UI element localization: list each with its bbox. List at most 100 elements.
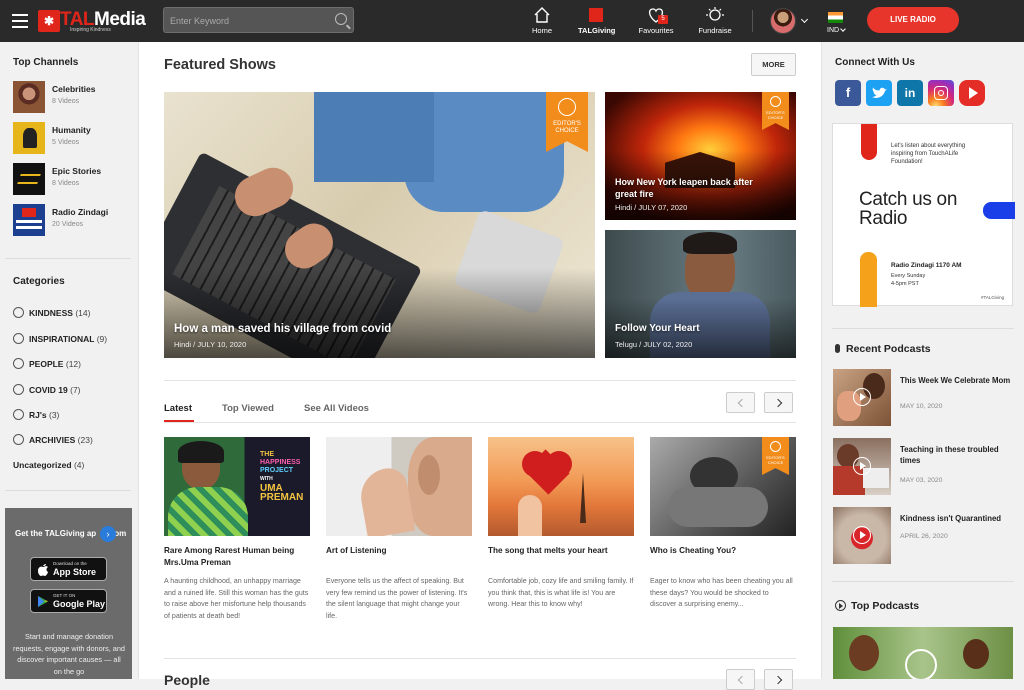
podcast-thumbnail — [833, 507, 891, 564]
featured-title: How a man saved his village from covid — [174, 323, 392, 335]
category-icon — [13, 307, 24, 318]
app-promo-banner: Get the TALGiving ap om › Download on the… — [5, 508, 132, 679]
featured-card[interactable]: EDITOR'S CHOICE How New York leapen back… — [605, 92, 796, 220]
channel-thumbnail — [13, 163, 45, 195]
recent-podcasts-title: Recent Podcasts — [835, 343, 931, 355]
podcast-date: APRIL 26, 2020 — [900, 533, 948, 540]
category-archivies[interactable]: ARCHIVIES (23) — [13, 434, 93, 445]
star-icon — [558, 98, 576, 116]
channel-item[interactable]: Radio Zindagi 20 Videos — [13, 204, 133, 238]
video-thumbnail — [326, 437, 472, 536]
carousel-prev-button[interactable] — [726, 669, 755, 690]
nav-fundraise[interactable]: Fundraise — [697, 6, 733, 36]
video-thumbnail — [488, 437, 634, 536]
podcast-item[interactable]: Teaching in these troubled times MAY 03,… — [833, 438, 1013, 495]
tab-top-viewed[interactable]: Top Viewed — [222, 403, 274, 414]
radio-ad-headline: Catch us on Radio — [859, 189, 958, 229]
category-icon — [13, 434, 24, 445]
featured-meta: Hindi / JULY 07, 2020 — [615, 203, 688, 212]
podcast-title: This Week We Celebrate Mom — [900, 376, 1011, 385]
twitter-icon[interactable] — [866, 80, 892, 106]
connect-title: Connect With Us — [835, 57, 915, 68]
nav-favourites[interactable]: 5 Favourites — [637, 6, 675, 36]
star-icon — [770, 96, 781, 107]
video-description: Everyone tells us the affect of speaking… — [326, 577, 468, 620]
featured-meta: Telugu / JULY 02, 2020 — [615, 340, 693, 349]
featured-shows-title: Featured Shows — [164, 57, 276, 73]
channel-item[interactable]: Celebrities 8 Videos — [13, 81, 133, 115]
user-avatar[interactable] — [770, 8, 796, 34]
editors-choice-badge: EDITOR'S CHOICE — [762, 437, 789, 475]
nav-talgiving[interactable]: TALGiving — [578, 6, 615, 36]
play-icon — [853, 526, 871, 544]
video-title: The song that melts your heart — [488, 546, 608, 555]
chevron-left-icon — [737, 398, 747, 408]
categories-title: Categories — [13, 276, 65, 287]
video-title: Who is Cheating You? — [650, 546, 737, 555]
top-podcast-thumbnail[interactable] — [833, 627, 1013, 679]
linkedin-icon[interactable]: in — [897, 80, 923, 106]
featured-card[interactable]: EDITOR'S CHOICE How a man saved his vill… — [164, 92, 595, 358]
chevron-right-icon — [773, 675, 783, 685]
channel-item[interactable]: Epic Stories 8 Videos — [13, 163, 133, 197]
category-people[interactable]: PEOPLE (12) — [13, 358, 81, 369]
carousel-prev-button[interactable] — [726, 392, 755, 413]
category-uncategorized[interactable]: Uncategorized (4) — [13, 460, 84, 470]
category-rjs[interactable]: RJ's (3) — [13, 409, 59, 420]
category-icon — [13, 409, 24, 420]
podcast-item[interactable]: Kindness isn't Quarantined APRIL 26, 202… — [833, 507, 1013, 564]
channel-item[interactable]: Humanity 5 Videos — [13, 122, 133, 156]
more-button[interactable]: MORE — [751, 53, 796, 76]
category-kindness[interactable]: KINDNESS (14) — [13, 307, 90, 318]
fundraise-icon — [706, 7, 724, 21]
tab-see-all-videos[interactable]: See All Videos — [304, 403, 369, 414]
country-label[interactable]: IND — [827, 27, 839, 34]
youtube-icon[interactable] — [959, 80, 985, 106]
search-input[interactable] — [170, 13, 330, 28]
video-thumbnail: THE HAPPINESS PROJECT WITH UMA PREMAN — [164, 437, 310, 536]
divider — [164, 658, 796, 659]
heart-icon: 5 — [646, 6, 668, 24]
nav-divider — [752, 10, 753, 32]
chevron-down-icon[interactable] — [800, 15, 809, 24]
video-title: Art of Listening — [326, 546, 387, 555]
chevron-right-icon[interactable]: › — [100, 526, 116, 542]
google-play-icon — [38, 596, 48, 607]
app-store-button[interactable]: Download on the App Store — [30, 557, 107, 581]
podcast-item[interactable]: This Week We Celebrate Mom MAY 10, 2020 — [833, 369, 1013, 426]
podcast-date: MAY 03, 2020 — [900, 477, 943, 484]
instagram-icon[interactable] — [928, 80, 954, 106]
featured-card[interactable]: Follow Your Heart Telugu / JULY 02, 2020 — [605, 230, 796, 358]
home-icon — [534, 7, 550, 23]
google-play-button[interactable]: GET IT ON Google Play — [30, 589, 107, 613]
divider — [832, 581, 1014, 582]
category-inspirational[interactable]: INSPIRATIONAL (9) — [13, 333, 107, 344]
chevron-down-icon[interactable] — [840, 26, 846, 32]
channel-thumbnail — [13, 204, 45, 236]
podcast-thumbnail — [833, 369, 891, 426]
tab-latest[interactable]: Latest — [164, 403, 192, 414]
play-icon — [853, 388, 871, 406]
video-description: A haunting childhood, an unhappy marriag… — [164, 577, 309, 620]
menu-icon[interactable] — [12, 14, 28, 28]
india-flag-icon[interactable] — [828, 12, 843, 23]
live-radio-button[interactable]: LIVE RADIO — [867, 7, 959, 33]
carousel-next-button[interactable] — [764, 392, 793, 413]
carousel-next-button[interactable] — [764, 669, 793, 690]
featured-title: Follow Your Heart — [615, 323, 700, 334]
category-covid-19[interactable]: COVID 19 (7) — [13, 384, 81, 395]
search-icon[interactable] — [335, 13, 347, 25]
radio-ad-banner[interactable]: Let's listen about everything inspiring … — [832, 123, 1015, 307]
facebook-icon[interactable]: f — [835, 80, 861, 106]
nav-home[interactable]: Home — [530, 6, 554, 36]
top-channels-title: Top Channels — [13, 57, 79, 68]
podcast-thumbnail — [833, 438, 891, 495]
logo-icon[interactable]: ✱ — [38, 10, 60, 32]
category-icon — [13, 358, 24, 369]
video-title: Rare Among Rarest Human being Mrs.Uma Pr… — [164, 546, 295, 567]
main-content: Featured Shows MORE EDITOR'S CHOICE How … — [138, 42, 822, 690]
star-icon — [770, 441, 781, 452]
podcast-title: Kindness isn't Quarantined — [900, 514, 1002, 523]
chevron-right-icon — [773, 398, 783, 408]
apple-icon — [38, 564, 48, 576]
